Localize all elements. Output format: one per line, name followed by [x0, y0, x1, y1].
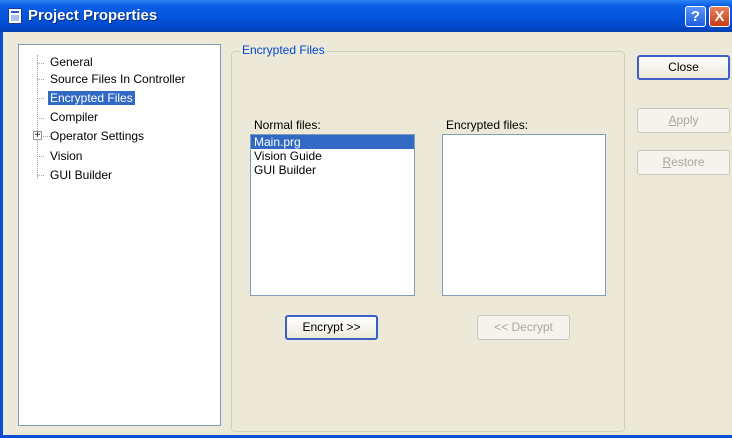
tree-item-general[interactable]: General	[48, 55, 95, 69]
project-properties-window: Project Properties ? X General Source Fi…	[0, 0, 732, 438]
encrypted-files-label: Encrypted files:	[446, 118, 529, 132]
restore-label: estore	[671, 155, 705, 169]
tree-connector	[37, 156, 44, 157]
tree-connector	[37, 175, 44, 176]
tree-item-label: GUI Builder	[50, 168, 113, 182]
tree-item-label: Encrypted Files	[48, 91, 135, 105]
tree-item-label: Source Files In Controller	[50, 72, 186, 86]
apply-mnemonic: A	[668, 113, 677, 127]
project-icon	[8, 8, 22, 24]
tree-item-label: Compiler	[50, 110, 99, 124]
tree-connector-line	[37, 55, 38, 179]
apply-button[interactable]: Apply	[637, 108, 730, 133]
tree-connector	[37, 63, 44, 64]
encrypted-files-list[interactable]	[442, 134, 606, 296]
list-item[interactable]: GUI Builder	[251, 163, 414, 177]
decrypt-button[interactable]: << Decrypt	[477, 315, 570, 340]
close-button[interactable]: Close	[637, 55, 730, 80]
tree-connector	[37, 118, 44, 119]
title-bar[interactable]: Project Properties ? X	[0, 0, 732, 32]
normal-files-list[interactable]: Main.prg Vision Guide GUI Builder	[250, 134, 415, 296]
tree-item-vision[interactable]: Vision	[48, 149, 84, 163]
encrypt-button[interactable]: Encrypt >>	[285, 315, 378, 340]
tree-item-source-files[interactable]: Source Files In Controller	[48, 72, 187, 86]
group-title: Encrypted Files	[240, 43, 327, 57]
list-item[interactable]: Vision Guide	[251, 149, 414, 163]
close-window-button[interactable]: X	[709, 6, 730, 27]
help-button[interactable]: ?	[685, 6, 706, 27]
tree-item-encrypted-files[interactable]: Encrypted Files	[48, 91, 135, 105]
tree-item-compiler[interactable]: Compiler	[48, 110, 100, 124]
normal-files-label: Normal files:	[254, 118, 321, 132]
tree-connector	[37, 98, 44, 99]
expand-plus-icon[interactable]: +	[33, 131, 42, 141]
tree-connector	[37, 79, 44, 80]
tree-item-label: Operator Settings	[50, 129, 145, 143]
tree-item-label: Vision	[50, 149, 83, 163]
restore-button[interactable]: Restore	[637, 150, 730, 175]
tree-item-gui-builder[interactable]: GUI Builder	[48, 168, 114, 182]
restore-mnemonic: R	[662, 155, 672, 169]
apply-label: pply	[676, 113, 699, 127]
tree-item-operator-settings[interactable]: Operator Settings	[48, 129, 146, 143]
window-title: Project Properties	[28, 7, 158, 24]
category-tree[interactable]: General Source Files In Controller Encry…	[18, 44, 221, 426]
tree-item-label: General	[50, 55, 93, 69]
list-item[interactable]: Main.prg	[251, 135, 414, 149]
window-frame-left	[0, 32, 3, 438]
